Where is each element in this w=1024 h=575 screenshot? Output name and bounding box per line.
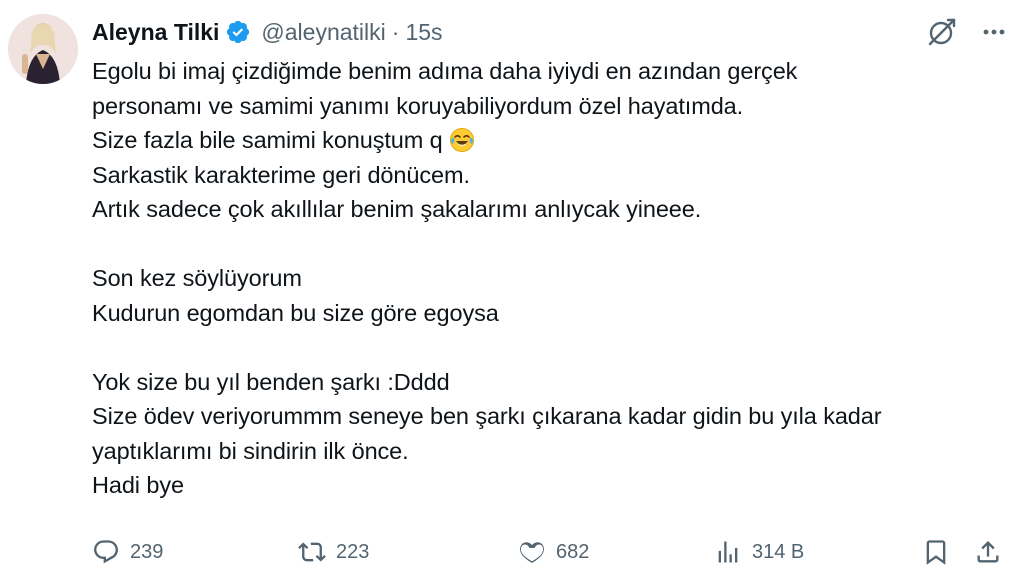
reply-button[interactable]: 239: [92, 538, 163, 566]
views-button[interactable]: 314 B: [714, 538, 804, 566]
retweet-icon: [298, 542, 326, 562]
heart-icon: [520, 542, 544, 563]
share-button[interactable]: [974, 538, 1002, 566]
timestamp[interactable]: 15s: [405, 19, 442, 46]
tweet-line: Artık sadece çok akıllılar benim şakalar…: [92, 196, 702, 222]
share-icon: [977, 541, 999, 563]
tweet-line: Hadi bye: [92, 472, 184, 498]
tweet-line: Kudurun egomdan bu size göre egoysa: [92, 299, 499, 326]
verified-badge-icon[interactable]: [225, 19, 251, 45]
avatar[interactable]: [8, 14, 78, 84]
reply-count: 239: [130, 540, 164, 563]
tweet-line: Sarkastik karakterime geri dönücem.: [92, 161, 470, 188]
separator-dot: ·: [391, 18, 400, 45]
tweet-line: Son kez söylüyorum: [92, 265, 302, 291]
tweet-card[interactable]: Aleyna Tilki @aleynatilki · 15s Egolu bi…: [0, 0, 1024, 575]
author-handle[interactable]: @aleynatilki: [261, 19, 385, 46]
tweet-line: personamı ve samimi yanımı koruyabiliyor…: [92, 92, 744, 119]
tweet-line: Egolu bi imaj çizdiğimde benim adıma dah…: [92, 58, 798, 84]
profile-photo-icon: [8, 14, 78, 84]
bookmark-icon: [926, 540, 946, 565]
header-actions: [926, 14, 1010, 50]
like-count: 682: [556, 540, 590, 563]
author-name[interactable]: Aleyna Tilki: [92, 19, 219, 46]
tweet-line: Size ödev veriyorummm seneye ben şarkı ç…: [92, 403, 882, 429]
tweet-line: Size fazla bile samimi konuştum q: [92, 127, 443, 153]
retweet-count: 223: [336, 540, 370, 563]
views-count: 314 B: [752, 540, 805, 563]
grok-icon[interactable]: [926, 16, 958, 48]
tweet-header: Aleyna Tilki @aleynatilki · 15s: [92, 14, 443, 50]
views-chart-icon: [718, 541, 738, 563]
bookmark-button[interactable]: [922, 538, 950, 566]
tweet-line: yaptıklarımı bi sindirin ilk önce.: [92, 437, 409, 464]
face-with-tears-of-joy-icon: [449, 127, 475, 153]
tweet-actions: 239 223 682 314 B: [90, 532, 1010, 572]
tweet-line: Yok size bu yıl benden şarkı :Dddd: [92, 368, 450, 395]
reply-icon: [94, 540, 118, 564]
retweet-button[interactable]: 223: [298, 538, 369, 566]
tweet-text: Egolu bi imaj çizdiğimde benim adıma dah…: [92, 54, 1012, 503]
tweet-line-with-emoji: Size fazla bile samimi konuştum q: [92, 123, 1012, 158]
more-options-icon[interactable]: [978, 16, 1010, 48]
like-button[interactable]: 682: [518, 538, 589, 566]
